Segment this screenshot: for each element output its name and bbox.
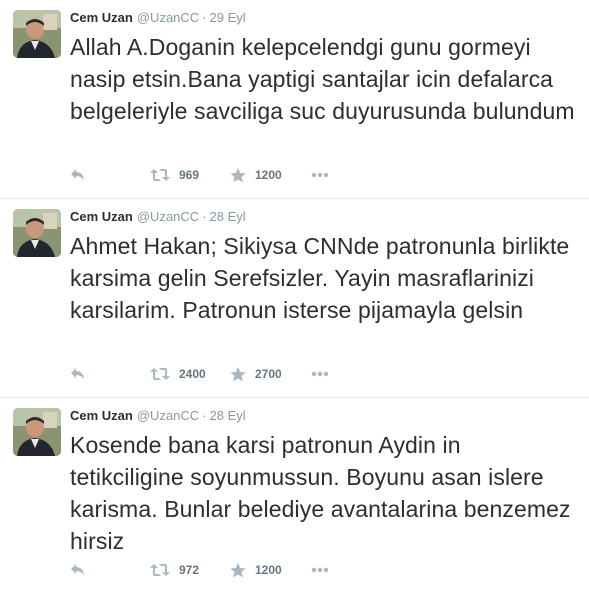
tweet-text: Ahmet Hakan; Sikiysa CNNde patronunla bi… — [70, 233, 570, 323]
more-button[interactable] — [311, 561, 329, 579]
star-icon — [230, 562, 246, 578]
favorite-count: 1200 — [255, 563, 282, 577]
star-icon — [230, 167, 246, 183]
tweet-timeline: Cem Uzan @UzanCC · 29 Eyl Allah A.Doganin k… — [0, 0, 589, 593]
retweet-icon — [150, 563, 170, 577]
retweet-icon — [150, 367, 170, 381]
more-dots-icon — [311, 371, 329, 377]
author-username[interactable]: @UzanCC — [137, 10, 199, 25]
tweet[interactable]: Cem Uzan @UzanCC · 28 Eyl Kosende bana kars… — [0, 398, 589, 593]
tweet-text: Kosende bana karsi patronun Aydin in tet… — [70, 432, 571, 554]
star-icon — [230, 366, 246, 382]
author-username[interactable]: @UzanCC — [137, 408, 199, 423]
favorite-button[interactable]: 1200 — [230, 166, 282, 184]
tweet-text: Allah A.Doganin kelepcelendgi gunu gorme… — [70, 34, 575, 124]
reply-button[interactable] — [70, 561, 86, 579]
avatar[interactable] — [13, 209, 61, 257]
more-button[interactable] — [311, 365, 329, 383]
retweet-icon — [150, 168, 170, 182]
reply-icon — [70, 367, 86, 381]
header-separator: · — [202, 408, 207, 423]
avatar[interactable] — [13, 10, 61, 58]
more-dots-icon — [311, 172, 329, 178]
tweet-actions: 969 1200 — [70, 166, 370, 184]
retweet-count: 972 — [179, 563, 200, 577]
reply-icon — [70, 563, 86, 577]
tweet-actions: 2400 2700 — [70, 365, 370, 383]
retweet-button[interactable]: 2400 — [150, 365, 206, 383]
tweet-header: Cem Uzan @UzanCC · 28 Eyl — [70, 408, 246, 424]
favorite-count: 2700 — [255, 367, 282, 381]
author-fullname[interactable]: Cem Uzan — [70, 209, 133, 224]
favorite-button[interactable]: 2700 — [230, 365, 282, 383]
reply-button[interactable] — [70, 365, 86, 383]
tweet[interactable]: Cem Uzan @UzanCC · 28 Eyl Ahmet Hakan; Siki… — [0, 199, 589, 398]
header-separator: · — [202, 10, 207, 25]
header-separator: · — [202, 209, 207, 224]
author-fullname[interactable]: Cem Uzan — [70, 408, 133, 423]
tweet[interactable]: Cem Uzan @UzanCC · 29 Eyl Allah A.Doganin k… — [0, 0, 589, 199]
author-fullname[interactable]: Cem Uzan — [70, 10, 133, 25]
reply-icon — [70, 168, 86, 182]
more-button[interactable] — [311, 166, 329, 184]
tweet-timestamp[interactable]: 29 Eyl — [210, 10, 246, 25]
tweet-header: Cem Uzan @UzanCC · 28 Eyl — [70, 209, 246, 225]
retweet-count: 2400 — [179, 367, 206, 381]
favorite-count: 1200 — [255, 168, 282, 182]
retweet-count: 969 — [179, 168, 200, 182]
retweet-button[interactable]: 972 — [150, 561, 199, 579]
favorite-button[interactable]: 1200 — [230, 561, 282, 579]
tweet-header: Cem Uzan @UzanCC · 29 Eyl — [70, 10, 246, 26]
reply-button[interactable] — [70, 166, 86, 184]
author-username[interactable]: @UzanCC — [137, 209, 199, 224]
tweet-actions: 972 1200 — [70, 561, 370, 579]
tweet-timestamp[interactable]: 28 Eyl — [210, 209, 246, 224]
tweet-timestamp[interactable]: 28 Eyl — [210, 408, 246, 423]
retweet-button[interactable]: 969 — [150, 166, 199, 184]
more-dots-icon — [311, 567, 329, 573]
avatar[interactable] — [13, 408, 61, 456]
